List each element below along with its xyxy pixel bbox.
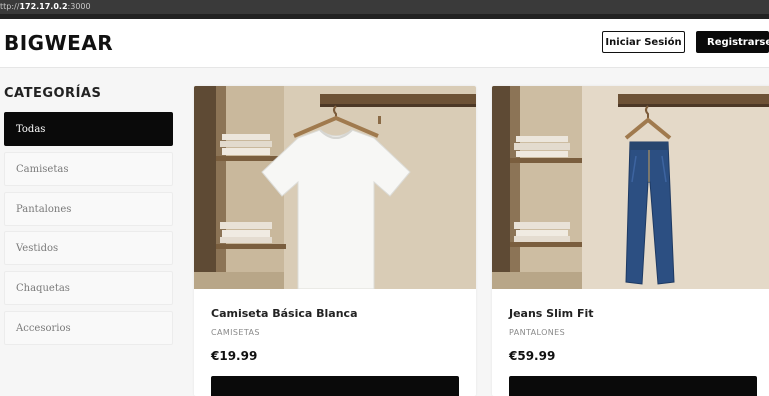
- add-to-cart-button[interactable]: [211, 376, 459, 396]
- category-item-pantalones[interactable]: Pantalones: [4, 192, 173, 226]
- product-category: PANTALONES: [509, 328, 566, 337]
- white-tshirt-image[interactable]: [194, 86, 476, 289]
- product-category: CAMISETAS: [211, 328, 260, 337]
- add-to-cart-button[interactable]: [509, 376, 757, 396]
- category-item-vestidos[interactable]: Vestidos: [4, 231, 173, 265]
- product-price: €59.99: [509, 349, 556, 363]
- categories-title: CATEGORÍAS: [4, 86, 102, 101]
- login-button[interactable]: Iniciar Sesión: [602, 31, 685, 53]
- register-button[interactable]: Registrarse: [696, 31, 769, 53]
- site-header: BIGWEAR Iniciar Sesión Registrarse: [0, 19, 769, 68]
- category-item-camisetas[interactable]: Camisetas: [4, 152, 173, 186]
- product-price: €19.99: [211, 349, 258, 363]
- product-card[interactable]: Jeans Slim Fit PANTALONES €59.99: [492, 86, 769, 396]
- blue-jeans-image[interactable]: [492, 86, 769, 289]
- product-card[interactable]: Camiseta Básica Blanca CAMISETAS €19.99: [194, 86, 476, 396]
- site-logo[interactable]: BIGWEAR: [4, 31, 113, 55]
- category-item-accesorios[interactable]: Accesorios: [4, 311, 173, 345]
- product-name[interactable]: Jeans Slim Fit: [509, 307, 593, 320]
- url-prefix: ttp://: [0, 2, 20, 11]
- url-port: :3000: [67, 2, 91, 11]
- category-item-todas[interactable]: Todas: [4, 112, 173, 146]
- browser-url-bar[interactable]: ttp://172.17.0.2:3000: [0, 0, 769, 14]
- url-host: 172.17.0.2: [19, 2, 68, 11]
- category-item-chaquetas[interactable]: Chaquetas: [4, 271, 173, 305]
- product-name[interactable]: Camiseta Básica Blanca: [211, 307, 358, 320]
